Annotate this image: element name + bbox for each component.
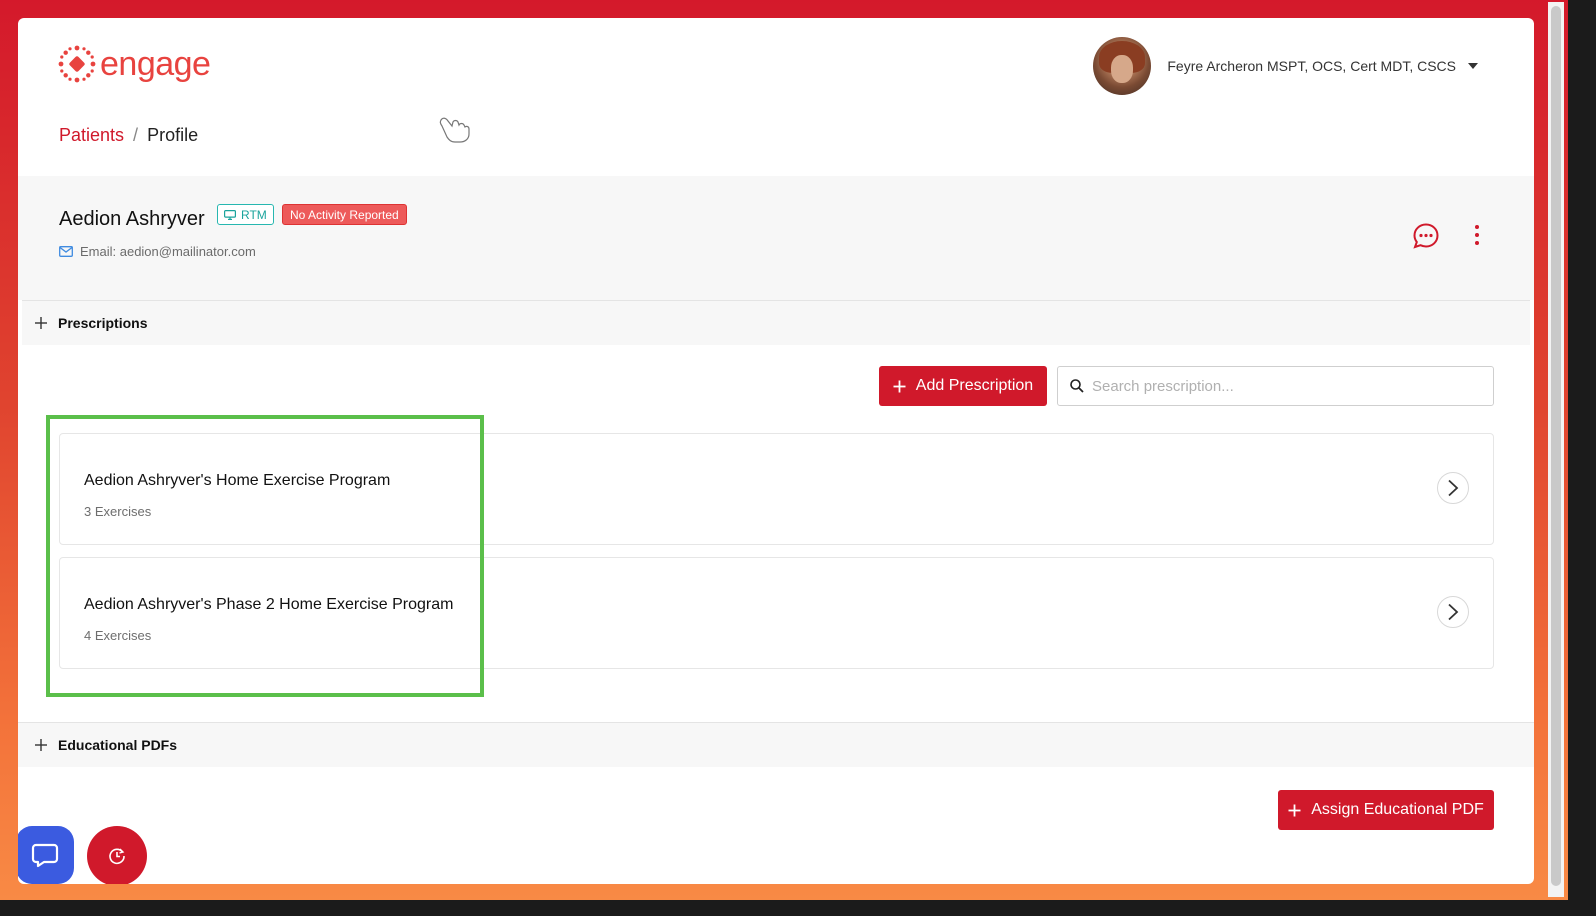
more-vertical-icon[interactable]: [1470, 224, 1484, 248]
mail-icon: [59, 246, 73, 257]
logo-mark-icon: [58, 45, 96, 83]
prescription-exercise-count: 3 Exercises: [84, 504, 152, 519]
chevron-right-icon: [1448, 603, 1459, 621]
patient-header: Aedion Ashryver RTM No Activity Reported…: [18, 176, 1534, 300]
scrollbar-thumb[interactable]: [1551, 6, 1561, 886]
prescription-card[interactable]: Aedion Ashryver's Phase 2 Home Exercise …: [59, 557, 1494, 669]
activity-status-badge: No Activity Reported: [282, 204, 407, 225]
engage-logo[interactable]: engage: [58, 44, 211, 84]
prescription-title: Aedion Ashryver's Home Exercise Program: [84, 472, 391, 489]
rtm-badge-label: RTM: [241, 207, 267, 222]
patient-email: Email: aedion@mailinator.com: [59, 244, 256, 259]
expand-plus-icon[interactable]: [34, 738, 48, 752]
breadcrumb-separator: /: [133, 125, 139, 145]
logo-text: engage: [100, 45, 211, 83]
user-name: Feyre Archeron MSPT, OCS, Cert MDT, CSCS: [1167, 58, 1456, 74]
breadcrumb-current: Profile: [147, 125, 199, 145]
prescription-title: Aedion Ashryver's Phase 2 Home Exercise …: [84, 596, 454, 613]
support-chat-button[interactable]: [18, 826, 74, 884]
prescription-exercise-count: 4 Exercises: [84, 628, 152, 643]
breadcrumb-patients-link[interactable]: Patients: [59, 125, 124, 146]
prescriptions-section-title: Prescriptions: [58, 315, 148, 331]
caret-down-icon[interactable]: [1468, 63, 1478, 69]
add-prescription-label: Add Prescription: [915, 377, 1034, 394]
patient-name: Aedion Ashryver: [59, 208, 205, 230]
search-prescription-input[interactable]: [1092, 377, 1472, 395]
assign-educational-pdf-button[interactable]: Assign Educational PDF: [1278, 790, 1494, 830]
add-prescription-button[interactable]: Add Prescription: [879, 366, 1047, 406]
educational-pdfs-section-title: Educational PDFs: [58, 737, 178, 753]
prescriptions-section-header[interactable]: Prescriptions: [22, 300, 1530, 345]
search-icon: [1070, 379, 1084, 393]
activity-status-label: No Activity Reported: [290, 207, 399, 222]
educational-pdfs-section-header[interactable]: Educational PDFs: [18, 722, 1534, 767]
expand-plus-icon[interactable]: [34, 316, 48, 330]
assign-educational-pdf-label: Assign Educational PDF: [1311, 801, 1484, 818]
activity-timer-button[interactable]: [87, 826, 147, 884]
hand-cursor-icon: [439, 117, 470, 143]
open-prescription-button[interactable]: [1437, 472, 1469, 504]
search-prescription-field[interactable]: [1057, 366, 1494, 406]
plus-icon: [1288, 804, 1301, 816]
message-icon[interactable]: [1412, 222, 1440, 250]
page: engage Feyre Archeron MSPT, OCS, Cert MD…: [18, 18, 1534, 884]
rtm-badge: RTM: [217, 204, 274, 225]
chevron-right-icon: [1448, 479, 1459, 497]
avatar[interactable]: [1093, 37, 1152, 95]
open-prescription-button[interactable]: [1437, 596, 1469, 628]
prescription-card[interactable]: Aedion Ashryver's Home Exercise Program …: [59, 433, 1494, 545]
breadcrumb: Patients / Profile: [59, 125, 198, 146]
user-menu[interactable]: Feyre Archeron MSPT, OCS, Cert MDT, CSCS: [1093, 37, 1478, 95]
patient-email-text: Email: aedion@mailinator.com: [80, 244, 256, 259]
monitor-icon: [224, 209, 236, 220]
timer-icon: [109, 848, 125, 865]
plus-icon: [893, 380, 906, 392]
chat-bubble-icon: [31, 843, 59, 868]
